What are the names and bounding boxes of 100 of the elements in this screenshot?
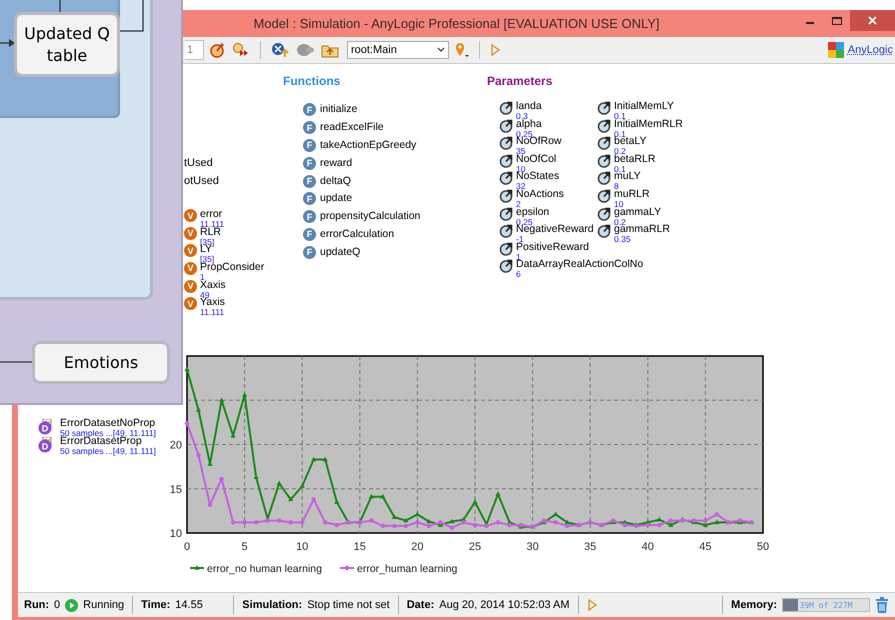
function-name: updateQ — [320, 246, 360, 258]
parameter-name: NoOfRow — [516, 136, 562, 148]
parameter-name: NegativeReward — [516, 224, 594, 236]
parameter-name: NoOfCol — [516, 154, 556, 165]
parameter-value: 10 — [516, 164, 526, 173]
status-value: Running — [83, 599, 124, 611]
parameter-name: NoActions — [516, 188, 564, 200]
parameter-value: 32 — [516, 182, 526, 190]
variable-value: 11.111 — [200, 220, 224, 228]
parameter-value: 35 — [516, 147, 526, 156]
parameter-name: InitialMemLY — [614, 101, 674, 112]
parameter-name: gammaRLR — [614, 224, 670, 236]
diagram-node: Emotions — [32, 341, 170, 384]
status-label: Date: — [406, 599, 434, 611]
variable-icon: V — [184, 226, 197, 240]
axis-tick-label: 10 — [296, 541, 308, 553]
parameter-name: alpha — [516, 118, 542, 130]
axis-tick-label: 30 — [526, 541, 539, 553]
dataset-value: 50 samples ...[49, 11.111] — [60, 429, 156, 437]
parameter-value: 2 — [516, 200, 521, 208]
parameter-name: betaLY — [614, 136, 646, 148]
dataset-name: ErrorDatasetProp — [60, 436, 142, 446]
axis-tick-label: 20 — [411, 541, 424, 553]
axis-tick-label: 50 — [756, 541, 770, 553]
function-icon: F — [303, 174, 316, 188]
dataset-name: ErrorDatasetNoProp — [60, 418, 156, 429]
function-icon: F — [303, 103, 316, 116]
variable-icon: V — [184, 280, 197, 293]
parameter-value: 0.25 — [516, 130, 533, 138]
function-icon: F — [303, 192, 316, 206]
function-name: initialize — [320, 104, 358, 116]
axis-tick-label: 35 — [584, 541, 596, 553]
function-icon: F — [303, 138, 316, 152]
function-name: errorCalculation — [320, 228, 394, 240]
axis-tick-label: 20 — [170, 440, 182, 452]
status-value: Aug 20, 2014 10:52:03 AM — [439, 599, 570, 611]
variable-name: Xaxis — [200, 280, 226, 291]
function-name: readExcelFile — [320, 122, 384, 134]
element-label: otUsed — [184, 174, 219, 189]
variable-name: Yaxis — [200, 297, 225, 308]
variable-icon: V — [184, 244, 197, 258]
legend-label: error_human learning — [357, 563, 458, 575]
parameter-name: muRLR — [614, 188, 650, 200]
parameter-name: PositiveReward — [516, 242, 589, 253]
status-label: Memory: — [731, 599, 777, 611]
parameter-value: 0.1 — [614, 164, 626, 173]
axis-tick-label: 25 — [468, 541, 482, 553]
axis-tick-label: 40 — [642, 541, 654, 553]
variable-value: [35] — [200, 238, 216, 246]
parameter-name: landa — [516, 101, 542, 112]
variable-value: 11.111 — [200, 308, 225, 316]
parameter-name: DataArrayRealActionColNo — [516, 259, 644, 270]
parameter-value: 0.1 — [614, 112, 626, 120]
axis-tick-label: 15 — [354, 541, 366, 553]
parameter-name: betaRLR — [614, 154, 656, 165]
variable-name: RLR — [200, 226, 222, 238]
parameter-value: 10 — [614, 200, 624, 208]
status-value: 0 — [54, 599, 60, 611]
variable-name: error — [200, 209, 224, 220]
status-value: Stop time not set — [307, 599, 390, 611]
function-name: update — [320, 193, 352, 204]
diagram-node: Updated Q table — [14, 12, 120, 77]
parameter-value: 0.35 — [614, 235, 631, 244]
status-label: Time: — [141, 599, 170, 611]
dataset-value: 50 samples ...[49, 11.111] — [60, 446, 156, 454]
function-name: deltaQ — [320, 176, 351, 187]
parameter-value: 0.1 — [614, 130, 626, 138]
variable-icon: V — [184, 297, 197, 310]
section-heading: Parameters — [487, 74, 552, 88]
function-name: takeActionEpGreedy — [320, 140, 416, 151]
function-name: reward — [320, 158, 352, 169]
variable-value: [35] — [200, 255, 214, 264]
parameter-name: muLY — [614, 171, 641, 182]
variable-value: 1 — [200, 272, 205, 281]
variable-value: 49 — [200, 290, 210, 299]
status-label: Simulation: — [242, 599, 302, 611]
function-icon: F — [303, 121, 316, 134]
parameter-value: 0.2 — [614, 147, 626, 156]
axis-tick-label: 10 — [170, 528, 182, 540]
window-title: Model : Simulation - AnyLogic Professional [EVALUATION USE ONLY] — [253, 16, 660, 31]
parameter-value: 8 — [614, 182, 619, 190]
axis-tick-label: 15 — [170, 484, 182, 496]
variable-name: PropConsider — [200, 262, 264, 273]
memory-reading: 39M of 227M — [800, 600, 852, 610]
variable-icon: V — [184, 262, 197, 275]
parameter-value: 0.2 — [614, 218, 626, 226]
legend-label: error_no human learning — [207, 563, 322, 575]
axis-tick-label: 0 — [184, 541, 190, 553]
function-icon: F — [303, 228, 316, 241]
parameter-value: 0.25 — [516, 218, 533, 226]
function-icon: F — [303, 210, 316, 224]
function-icon: F — [303, 246, 316, 259]
axis-tick-label: 5 — [242, 541, 248, 553]
parameter-name: NoStates — [516, 171, 560, 182]
function-name: propensityCalculation — [320, 211, 420, 222]
parameter-name: InitialMemRLR — [614, 118, 683, 130]
parameter-name: gammaLY — [614, 206, 662, 218]
status-label: Run: — [24, 599, 50, 611]
axis-tick-label: 45 — [699, 541, 712, 553]
element-label: tUsed — [184, 156, 213, 171]
